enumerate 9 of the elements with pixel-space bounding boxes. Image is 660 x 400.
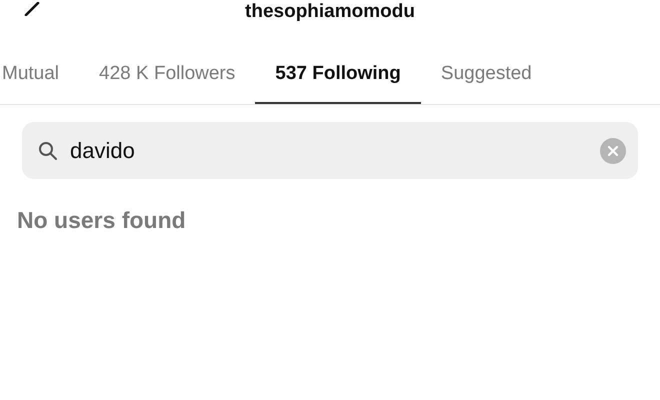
search-icon bbox=[38, 140, 58, 160]
tab[interactable]: Mutual bbox=[0, 46, 80, 104]
search-query: davido bbox=[70, 138, 135, 164]
tab[interactable]: Suggested bbox=[420, 46, 552, 104]
tab[interactable]: 537 Following bbox=[255, 46, 421, 104]
profile-username: thesophiamomodu bbox=[245, 1, 415, 23]
empty-message: No users found bbox=[17, 207, 187, 234]
tab[interactable]: 428 K Followers bbox=[79, 46, 256, 104]
search-field[interactable]: davido bbox=[22, 122, 638, 179]
